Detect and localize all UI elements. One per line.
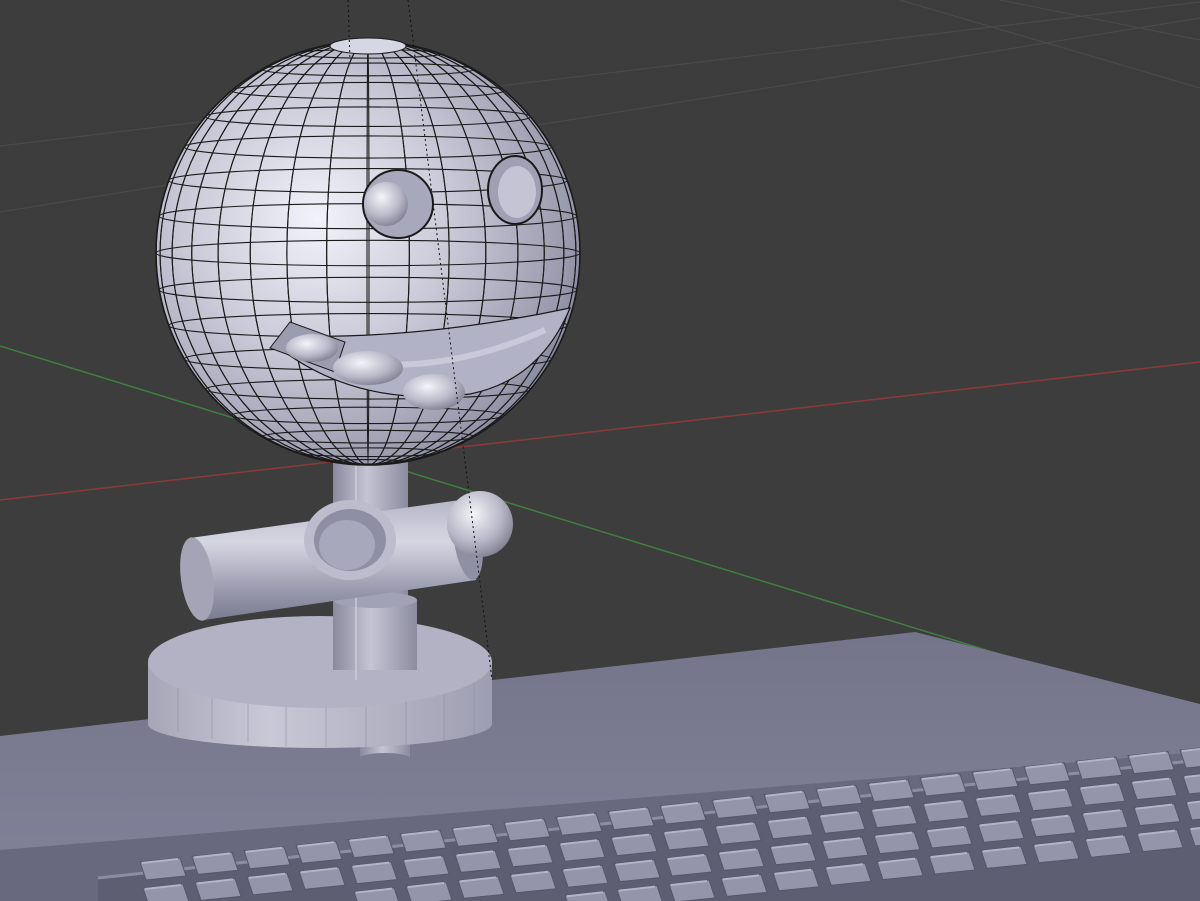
- scene-canvas[interactable]: [0, 0, 1200, 901]
- small-sphere[interactable]: [447, 491, 513, 557]
- base-disc[interactable]: [148, 616, 492, 748]
- 3d-viewport[interactable]: [0, 0, 1200, 901]
- eye-hole-right[interactable]: [487, 155, 543, 225]
- tube-ring[interactable]: [304, 500, 396, 580]
- eye-hole-left[interactable]: [362, 169, 434, 239]
- sphere-head[interactable]: [155, 37, 581, 466]
